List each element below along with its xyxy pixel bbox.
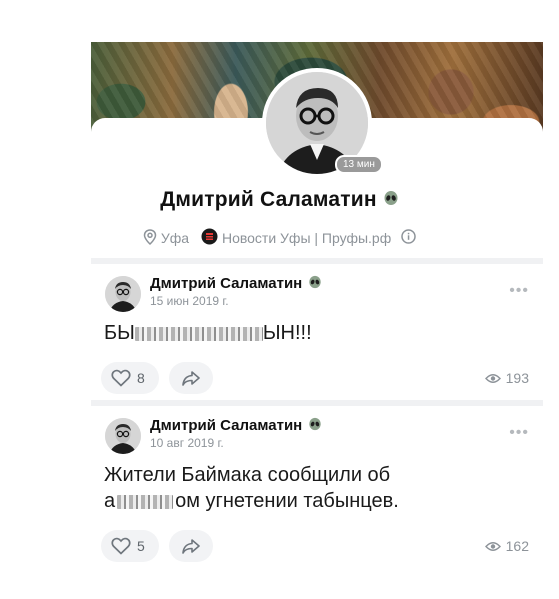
online-status-badge: 13 мин bbox=[335, 155, 383, 174]
profile-work[interactable]: Новости Уфы | Пруфы.рф bbox=[222, 230, 391, 246]
post-views: 162 bbox=[484, 538, 529, 554]
like-count: 5 bbox=[137, 538, 145, 554]
like-count: 8 bbox=[137, 370, 145, 386]
share-button[interactable] bbox=[169, 362, 213, 394]
censored-text-block bbox=[134, 326, 263, 341]
profile-name-text: Дмитрий Саламатин bbox=[160, 188, 377, 211]
eye-icon bbox=[484, 541, 501, 551]
post-text-line-2-end: ом угнетении табынцев. bbox=[175, 490, 399, 512]
post-text-line-2-start: а bbox=[104, 490, 116, 512]
alien-emoji-icon bbox=[383, 188, 399, 212]
more-dots-icon[interactable]: ••• bbox=[509, 424, 529, 442]
like-button[interactable]: 5 bbox=[101, 530, 159, 562]
share-arrow-icon bbox=[182, 371, 200, 386]
profile-city[interactable]: Уфа bbox=[161, 230, 189, 246]
post-text-start: БЫ bbox=[104, 322, 135, 344]
post-author-name-text: Дмитрий Саламатин bbox=[150, 417, 303, 434]
post-card: Дмитрий Саламатин 10 авг 2019 г. ••• Жит… bbox=[91, 406, 543, 574]
post-text-line-2: а ом угнетении табынцев. bbox=[104, 488, 523, 514]
post-author-avatar[interactable] bbox=[105, 418, 141, 454]
censored-text-block bbox=[117, 494, 174, 509]
location-pin-icon bbox=[143, 228, 157, 248]
profile-meta: Уфа Новости Уфы | Пруфы.рф bbox=[0, 228, 559, 248]
post-author-name[interactable]: Дмитрий Саламатин bbox=[150, 417, 322, 435]
post-text-line-1: Жители Баймака сообщили об bbox=[104, 464, 391, 486]
heart-icon bbox=[111, 369, 131, 387]
like-button[interactable]: 8 bbox=[101, 362, 159, 394]
info-icon[interactable] bbox=[401, 229, 416, 247]
heart-icon bbox=[111, 537, 131, 555]
post-date[interactable]: 15 июн 2019 г. bbox=[150, 294, 229, 308]
post-date[interactable]: 10 авг 2019 г. bbox=[150, 436, 224, 450]
alien-emoji-icon bbox=[308, 417, 322, 435]
company-logo-icon bbox=[201, 228, 218, 248]
post-author-avatar[interactable] bbox=[105, 276, 141, 312]
share-button[interactable] bbox=[169, 530, 213, 562]
post-text: БЫ ЫН!!! bbox=[104, 320, 523, 346]
more-dots-icon[interactable]: ••• bbox=[509, 282, 529, 300]
post-card: Дмитрий Саламатин 15 июн 2019 г. ••• БЫ Ы… bbox=[91, 264, 543, 400]
post-author-name[interactable]: Дмитрий Саламатин bbox=[150, 275, 322, 293]
eye-icon bbox=[484, 373, 501, 383]
alien-emoji-icon bbox=[308, 275, 322, 293]
share-arrow-icon bbox=[182, 539, 200, 554]
post-author-name-text: Дмитрий Саламатин bbox=[150, 275, 303, 292]
profile-name: Дмитрий Саламатин bbox=[0, 188, 559, 212]
views-count: 162 bbox=[505, 538, 529, 554]
post-views: 193 bbox=[484, 370, 529, 386]
post-text: Жители Баймака сообщили об а ом угнетении… bbox=[104, 462, 523, 514]
views-count: 193 bbox=[505, 370, 529, 386]
post-text-end: ЫН!!! bbox=[262, 322, 312, 344]
